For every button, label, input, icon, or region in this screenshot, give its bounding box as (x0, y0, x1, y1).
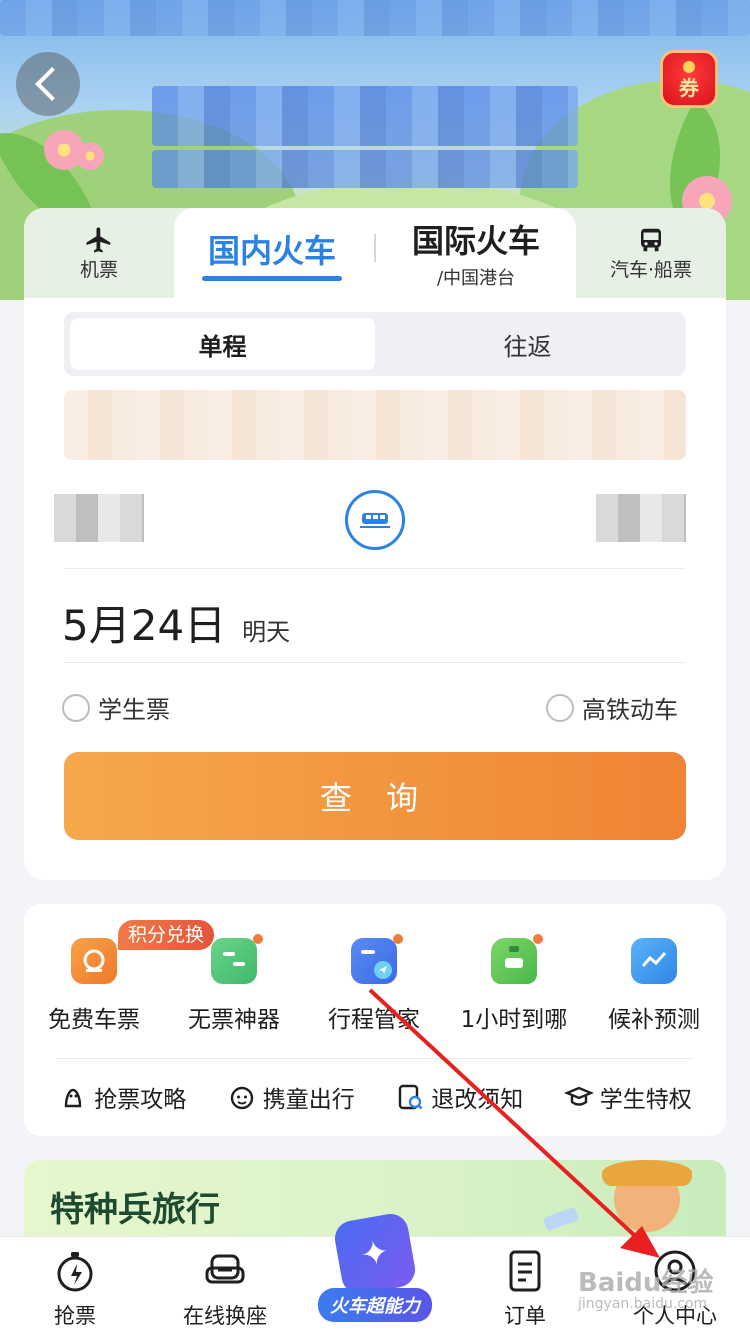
relative-day: 明天 (242, 618, 291, 646)
nav-super-power[interactable]: ✦ 火车超能力 (300, 1211, 450, 1334)
service-label: 免费车票 (48, 1007, 140, 1033)
flower-decoration (76, 142, 104, 170)
date-picker[interactable]: 5月24日 明天 (62, 592, 290, 653)
no-ticket-tool-icon (211, 934, 263, 984)
one-way-option[interactable]: 单程 (70, 318, 375, 370)
student-ticket-label: 学生票 (98, 696, 170, 724)
service-trip-manager[interactable]: 行程管家 (304, 918, 444, 1034)
points-exchange-badge: 积分兑换 (118, 920, 215, 950)
divider (64, 568, 686, 569)
seat-icon (205, 1254, 245, 1284)
tab-international-train[interactable]: 国际火车 /中国港台 (406, 216, 546, 290)
guide-refund-notice[interactable]: 退改须知 (395, 1080, 523, 1114)
services-row: 免费车票 无票神器 行程管家 1小时到哪 候补预测 积分兑换 (24, 918, 726, 1034)
divider (64, 662, 686, 663)
departure-station[interactable] (54, 494, 144, 542)
bus-icon (641, 228, 661, 251)
tab-divider (374, 234, 376, 262)
radio-icon (546, 693, 574, 722)
guide-label: 学生特权 (599, 1087, 692, 1113)
train-tabs: 国内火车 国际火车 /中国港台 (174, 208, 576, 298)
coupon-button[interactable]: 券 (660, 50, 718, 108)
trip-type-toggle: 单程 往返 (64, 312, 686, 376)
blurred-region (152, 86, 578, 146)
blurred-notice (64, 390, 686, 460)
nav-label: 火车超能力 (318, 1288, 432, 1322)
nav-label: 订单 (504, 1304, 546, 1328)
nav-grab-ticket[interactable]: 抢票 (0, 1237, 150, 1334)
waitlist-forecast-icon (631, 938, 677, 984)
hat-decoration (602, 1160, 692, 1186)
order-icon (509, 1250, 541, 1292)
student-ticket-option[interactable]: 学生票 (62, 690, 170, 725)
search-button[interactable]: 查 询 (64, 752, 686, 840)
service-label: 1小时到哪 (460, 1007, 568, 1033)
tab-international-sublabel: /中国港台 (436, 268, 516, 289)
coupon-label: 券 (679, 76, 699, 100)
services-panel: 免费车票 无票神器 行程管家 1小时到哪 候补预测 积分兑换 抢票攻略 携童出行… (24, 904, 726, 1136)
promo-title: 特种兵旅行 (50, 1190, 220, 1230)
swap-stations-button[interactable] (345, 490, 405, 550)
guide-child-travel[interactable]: 携童出行 (227, 1080, 355, 1114)
blurred-region (0, 0, 750, 36)
guide-student-privilege[interactable]: 学生特权 (563, 1080, 692, 1114)
tab-bus-label: 汽车·船票 (609, 258, 693, 281)
high-speed-option[interactable]: 高铁动车 (546, 690, 678, 725)
divider (56, 1058, 694, 1059)
watermark: Baidu经验 (578, 1268, 714, 1298)
nav-label: 抢票 (54, 1304, 96, 1328)
watermark-url: jingyan.baidu.com (578, 1296, 708, 1312)
trip-manager-icon (351, 934, 403, 984)
arrival-station[interactable] (596, 494, 686, 542)
round-trip-option[interactable]: 往返 (375, 318, 680, 370)
child-travel-icon (230, 1086, 253, 1110)
guides-row: 抢票攻略 携童出行 退改须知 学生特权 (24, 1080, 726, 1114)
back-button[interactable] (16, 52, 80, 116)
mode-tabs: 机票 国内火车 国际火车 /中国港台 汽车·船票 (24, 208, 726, 298)
plane-icon (86, 227, 111, 252)
high-speed-label: 高铁动车 (582, 696, 678, 724)
free-ticket-icon (71, 938, 117, 984)
guide-label: 退改须知 (431, 1087, 524, 1113)
service-label: 候补预测 (608, 1007, 700, 1033)
super-power-icon: ✦ (332, 1211, 418, 1297)
tab-international-label: 国际火车 (411, 222, 540, 260)
service-waitlist-forecast[interactable]: 候补预测 (584, 918, 724, 1034)
train-swap-icon (360, 513, 390, 528)
refund-notice-icon (399, 1084, 423, 1110)
guide-label: 抢票攻略 (94, 1087, 187, 1113)
service-one-hour-trip[interactable]: 1小时到哪 (444, 918, 584, 1034)
tab-domestic-train[interactable]: 国内火车 (202, 226, 342, 272)
departure-date: 5月24日 (62, 601, 227, 650)
active-tab-indicator (202, 276, 342, 281)
nav-label: 在线换座 (183, 1304, 267, 1328)
tab-bus-ship[interactable]: 汽车·船票 (576, 208, 726, 298)
ticket-guide-icon (65, 1088, 82, 1108)
stopwatch-icon (57, 1252, 93, 1292)
guide-label: 携童出行 (262, 1087, 355, 1113)
service-label: 行程管家 (328, 1007, 420, 1033)
tab-flights-label: 机票 (79, 258, 118, 281)
guide-ticket-strategy[interactable]: 抢票攻略 (58, 1080, 186, 1114)
radio-icon (62, 693, 90, 722)
booking-card: 机票 国内火车 国际火车 /中国港台 汽车·船票 单程 往返 5月24日 明天 … (24, 208, 726, 880)
tab-flights[interactable]: 机票 (24, 208, 174, 298)
blurred-region (152, 150, 578, 188)
nav-seat-change[interactable]: 在线换座 (150, 1237, 300, 1334)
one-hour-trip-icon (491, 934, 543, 984)
student-privilege-icon (563, 1086, 594, 1106)
service-label: 无票神器 (188, 1007, 280, 1033)
paper-plane-decoration (542, 1206, 580, 1232)
